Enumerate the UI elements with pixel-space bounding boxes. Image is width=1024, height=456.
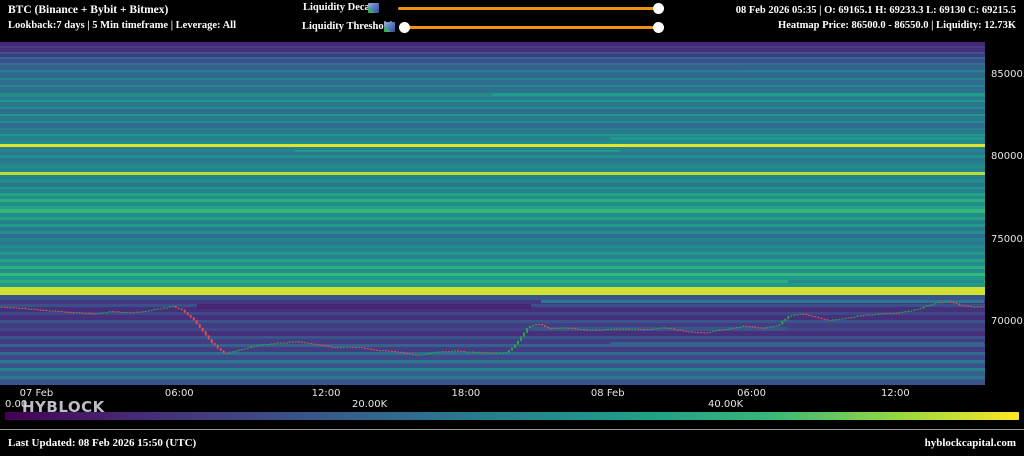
liquidity-decay-handle[interactable] bbox=[653, 3, 664, 14]
liquidity-threshold-max-handle[interactable] bbox=[653, 22, 664, 33]
x-axis-tick-label: 07 Feb bbox=[20, 388, 54, 399]
image-placeholder-icon[interactable] bbox=[384, 22, 395, 32]
liquidity-decay-slider[interactable] bbox=[398, 7, 660, 10]
hyblock-liquidation-heatmap-app: BTC (Binance + Bybit + Bitmex) Lookback:… bbox=[0, 0, 1024, 456]
chart-settings-summary: Lookback:7 days | 5 Min timeframe | Leve… bbox=[8, 18, 236, 33]
site-link[interactable]: hyblockcapital.com bbox=[925, 437, 1016, 449]
y-axis-tick-label: 85000.0 bbox=[991, 69, 1024, 80]
last-updated-text: Last Updated: 08 Feb 2026 15:50 (UTC) bbox=[8, 437, 196, 449]
liquidity-threshold-label: Liquidity Threshold bbox=[302, 21, 392, 32]
x-axis-tick-label: 18:00 bbox=[451, 388, 480, 399]
liquidity-threshold-min-handle[interactable] bbox=[399, 22, 410, 33]
image-placeholder-icon[interactable] bbox=[368, 3, 379, 13]
header-right: 08 Feb 2026 05:35 | O: 69165.1 H: 69233.… bbox=[736, 3, 1016, 33]
candlestick-overlay bbox=[0, 42, 985, 385]
footer: Last Updated: 08 Feb 2026 15:50 (UTC) hy… bbox=[0, 429, 1024, 456]
image-placeholder-corner bbox=[368, 7, 375, 13]
colorbar-tick-label: 20.00K bbox=[352, 399, 387, 410]
hovered-candle-ohlc: 08 Feb 2026 05:35 | O: 69165.1 H: 69233.… bbox=[736, 3, 1016, 18]
x-axis-tick-label: 06:00 bbox=[737, 388, 766, 399]
colorbar-gradient bbox=[5, 412, 1019, 420]
hovered-heatmap-readout: Heatmap Price: 86500.0 - 86550.0 | Liqui… bbox=[736, 18, 1016, 33]
x-axis-tick-label: 06:00 bbox=[165, 388, 194, 399]
y-axis-tick-label: 80000.0 bbox=[991, 151, 1024, 162]
liquidity-decay-label: Liquidity Decay bbox=[303, 2, 375, 13]
y-axis-tick-label: 75000.0 bbox=[991, 234, 1024, 245]
image-placeholder-corner bbox=[384, 26, 391, 32]
colorbar-tick-label: 40.00K bbox=[708, 399, 743, 410]
x-axis-tick-label: 12:00 bbox=[881, 388, 910, 399]
liquidity-threshold-slider[interactable] bbox=[404, 26, 660, 29]
x-axis-tick-label: 12:00 bbox=[312, 388, 341, 399]
chart-title: BTC (Binance + Bybit + Bitmex) bbox=[8, 3, 236, 18]
x-axis-tick-label: 08 Feb bbox=[591, 388, 625, 399]
header-left: BTC (Binance + Bybit + Bitmex) Lookback:… bbox=[8, 3, 236, 33]
heatmap-plot[interactable]: HYBLOCK bbox=[0, 42, 985, 385]
colorbar-tick-label: 0.00 bbox=[5, 399, 27, 410]
y-axis-tick-label: 70000.0 bbox=[991, 316, 1024, 327]
